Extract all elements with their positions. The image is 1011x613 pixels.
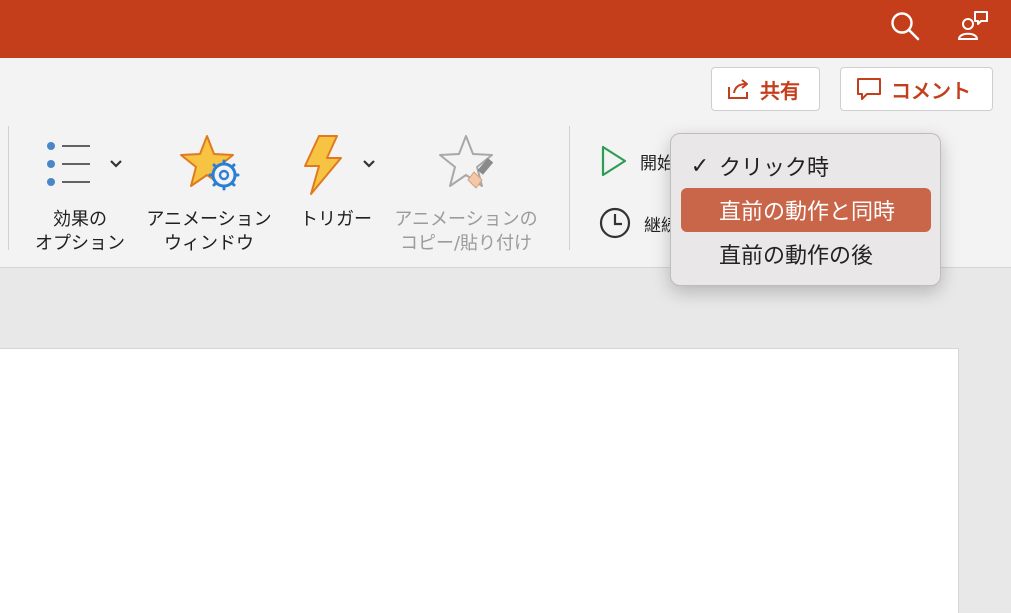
clock-icon	[599, 207, 631, 239]
dropdown-item-with-previous[interactable]: 直前の動作と同時	[681, 188, 931, 232]
animation-painter-label: アニメーションの コピー/貼り付け	[394, 209, 538, 254]
duration-control[interactable]: 継続	[598, 206, 678, 240]
slide[interactable]	[0, 348, 959, 613]
chevron-down-icon	[110, 160, 122, 168]
share-icon	[726, 77, 752, 101]
start-control[interactable]: 開始	[600, 144, 674, 178]
dropdown-item-label: 直前の動作の後	[719, 244, 874, 269]
trigger-button[interactable]: トリガー	[291, 128, 381, 232]
comment-label: コメント	[891, 78, 971, 103]
ribbon-divider	[569, 126, 570, 250]
star-brush-icon	[386, 128, 546, 208]
start-label: 開始	[640, 153, 674, 174]
people-chat-icon[interactable]	[955, 8, 991, 44]
share-button[interactable]: 共有	[711, 67, 820, 111]
title-bar	[0, 0, 1011, 58]
lightning-icon	[291, 128, 381, 208]
search-icon[interactable]	[887, 8, 923, 44]
dropdown-item-after-previous[interactable]: 直前の動作の後	[681, 232, 931, 276]
ribbon-divider	[8, 126, 9, 250]
comment-button[interactable]: コメント	[840, 67, 993, 111]
star-gear-icon	[139, 128, 279, 208]
effect-options-button[interactable]: 効果の オプション	[28, 128, 132, 256]
share-label: 共有	[760, 78, 800, 103]
dropdown-item-label: クリック時	[719, 156, 830, 181]
dropdown-item-label: 直前の動作と同時	[719, 200, 896, 225]
animation-pane-label: アニメーション ウィンドウ	[146, 209, 272, 254]
animation-painter-button[interactable]: アニメーションの コピー/貼り付け	[386, 128, 546, 256]
checkmark-icon: ✓	[690, 153, 710, 179]
comment-icon	[855, 76, 883, 102]
play-icon	[601, 145, 627, 177]
animation-pane-button[interactable]: アニメーション ウィンドウ	[139, 128, 279, 256]
dropdown-item-on-click[interactable]: ✓ クリック時	[681, 144, 931, 188]
effect-options-label: 効果の オプション	[35, 209, 125, 254]
chevron-down-icon	[363, 160, 375, 168]
trigger-label: トリガー	[300, 209, 372, 230]
bullet-list-icon	[28, 128, 132, 208]
start-dropdown-menu: ✓ クリック時 直前の動作と同時 直前の動作の後	[670, 133, 941, 286]
